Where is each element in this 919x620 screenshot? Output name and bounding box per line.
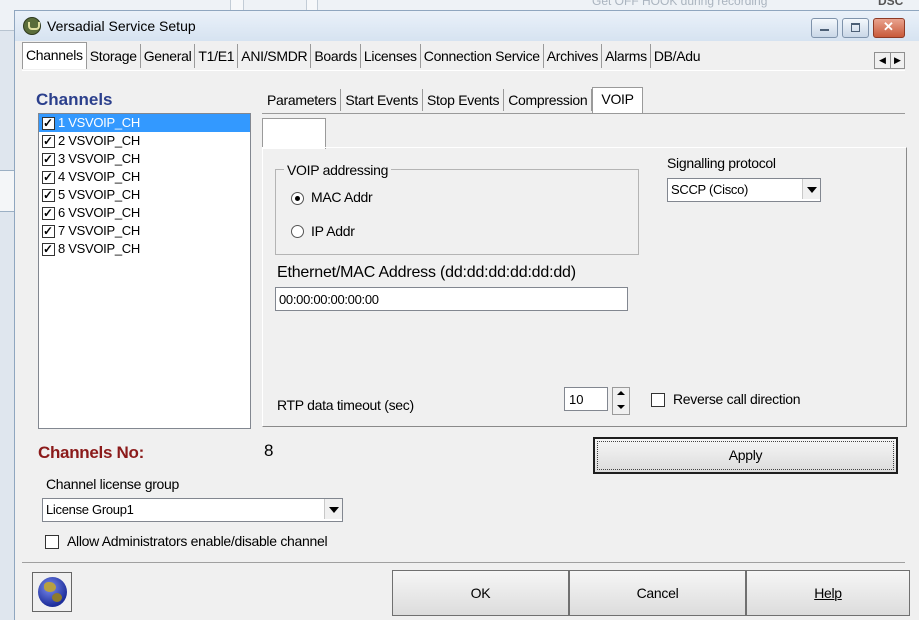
channels-count-value: 8: [264, 441, 274, 460]
voip-sub-tab[interactable]: [262, 118, 326, 149]
inner-tab-strip: Parameters Start Events Stop Events Comp…: [263, 87, 643, 113]
title-bar[interactable]: Versadial Service Setup: [15, 11, 919, 41]
list-item[interactable]: 4 VSVOIP_CH: [39, 168, 250, 186]
background-text-2: DSC: [878, 0, 904, 8]
voip-addressing-label: VOIP addressing: [284, 162, 392, 178]
list-item[interactable]: 1 VSVOIP_CH: [39, 114, 250, 132]
window-title: Versadial Service Setup: [47, 18, 196, 34]
allow-admin-checkbox[interactable]: [45, 535, 59, 549]
ip-addr-label: IP Addr: [311, 223, 355, 239]
ok-button[interactable]: OK: [392, 570, 569, 616]
apply-button[interactable]: Apply: [593, 437, 898, 474]
voip-addressing-group: [275, 169, 639, 255]
tab-voip[interactable]: VOIP: [592, 87, 643, 113]
channel-label: 1 VSVOIP_CH: [58, 115, 140, 130]
channel-checkbox[interactable]: [42, 186, 55, 204]
ethernet-address-label: Ethernet/MAC Address (dd:dd:dd:dd:dd:dd): [277, 264, 576, 281]
background-edge: [0, 170, 14, 212]
rtp-timeout-input[interactable]: 10: [564, 387, 608, 411]
signalling-protocol-label: Signalling protocol: [667, 155, 776, 171]
license-group-select[interactable]: License Group1: [42, 498, 343, 522]
apply-label: Apply: [728, 447, 763, 463]
list-item[interactable]: 5 VSVOIP_CH: [39, 186, 250, 204]
tab-db-adu[interactable]: DB/Adu: [650, 44, 709, 68]
tab-connection-service[interactable]: Connection Service: [420, 44, 544, 68]
top-tab-strip: Channels Storage General T1/E1 ANI/SMDR …: [22, 42, 709, 70]
mac-addr-radio[interactable]: [291, 192, 304, 205]
channel-label: 8 VSVOIP_CH: [58, 241, 140, 256]
tab-archives[interactable]: Archives: [543, 44, 603, 68]
tab-start-events[interactable]: Start Events: [341, 89, 424, 111]
license-group-value: License Group1: [46, 502, 134, 517]
app-icon: [23, 17, 41, 35]
spin-arrows-icon[interactable]: [612, 387, 630, 415]
rtp-timeout-stepper[interactable]: 10: [564, 387, 630, 415]
tab-t1e1[interactable]: T1/E1: [195, 44, 239, 68]
tab-parameters[interactable]: Parameters: [263, 89, 342, 111]
tab-boards[interactable]: Boards: [311, 44, 361, 68]
maximize-button[interactable]: [842, 18, 869, 38]
tab-stop-events[interactable]: Stop Events: [423, 89, 505, 111]
ip-addr-radio[interactable]: [291, 225, 304, 238]
ethernet-address-field[interactable]: 00:00:00:00:00:00: [275, 287, 628, 311]
tab-scroll-right-icon[interactable]: ▶: [890, 52, 905, 69]
channel-checkbox[interactable]: [42, 150, 55, 168]
chevron-down-icon[interactable]: [324, 499, 342, 519]
cancel-button[interactable]: Cancel: [569, 570, 746, 616]
channel-checkbox[interactable]: [42, 222, 55, 240]
channel-checkbox[interactable]: [42, 114, 55, 132]
channel-checkbox[interactable]: [42, 240, 55, 258]
channel-label: 5 VSVOIP_CH: [58, 187, 140, 202]
tab-alarms[interactable]: Alarms: [602, 44, 651, 68]
tab-general[interactable]: General: [140, 44, 196, 68]
close-button[interactable]: [873, 18, 905, 38]
minimize-button[interactable]: [811, 18, 838, 38]
channel-label: 6 VSVOIP_CH: [58, 205, 140, 220]
list-item[interactable]: 6 VSVOIP_CH: [39, 204, 250, 222]
channels-count-label: Channels No:: [38, 443, 144, 462]
channels-list[interactable]: 1 VSVOIP_CH 2 VSVOIP_CH 3 VSVOIP_CH 4 VS…: [38, 113, 251, 429]
list-item[interactable]: 8 VSVOIP_CH: [39, 240, 250, 258]
channel-checkbox[interactable]: [42, 204, 55, 222]
tab-channels[interactable]: Channels: [22, 42, 87, 69]
list-item[interactable]: 2 VSVOIP_CH: [39, 132, 250, 150]
globe-icon[interactable]: [32, 572, 72, 612]
mac-addr-label: MAC Addr: [311, 189, 373, 205]
channel-label: 2 VSVOIP_CH: [58, 133, 140, 148]
channel-checkbox[interactable]: [42, 132, 55, 150]
tab-storage[interactable]: Storage: [86, 44, 141, 68]
channel-checkbox[interactable]: [42, 168, 55, 186]
tab-licenses[interactable]: Licenses: [360, 44, 421, 68]
channel-label: 7 VSVOIP_CH: [58, 223, 140, 238]
list-item[interactable]: 3 VSVOIP_CH: [39, 150, 250, 168]
channels-heading: Channels: [36, 90, 113, 109]
tab-scroll-left-icon[interactable]: ◀: [874, 52, 891, 69]
help-button[interactable]: Help: [746, 570, 910, 616]
allow-admin-label: Allow Administrators enable/disable chan…: [67, 533, 328, 549]
channel-label: 3 VSVOIP_CH: [58, 151, 140, 166]
rtp-timeout-label: RTP data timeout (sec): [277, 397, 414, 413]
reverse-call-label: Reverse call direction: [673, 391, 801, 407]
chevron-down-icon[interactable]: [802, 179, 820, 199]
license-group-label: Channel license group: [46, 476, 180, 492]
tab-compression[interactable]: Compression: [504, 89, 593, 111]
signalling-protocol-value: SCCP (Cisco): [671, 182, 749, 197]
signalling-protocol-select[interactable]: SCCP (Cisco): [667, 178, 821, 202]
background-text: Get OFF HOOK during recording: [592, 0, 768, 8]
tab-ani-smdr[interactable]: ANI/SMDR: [238, 44, 312, 68]
reverse-call-checkbox[interactable]: [651, 393, 665, 407]
channel-label: 4 VSVOIP_CH: [58, 169, 140, 184]
list-item[interactable]: 7 VSVOIP_CH: [39, 222, 250, 240]
